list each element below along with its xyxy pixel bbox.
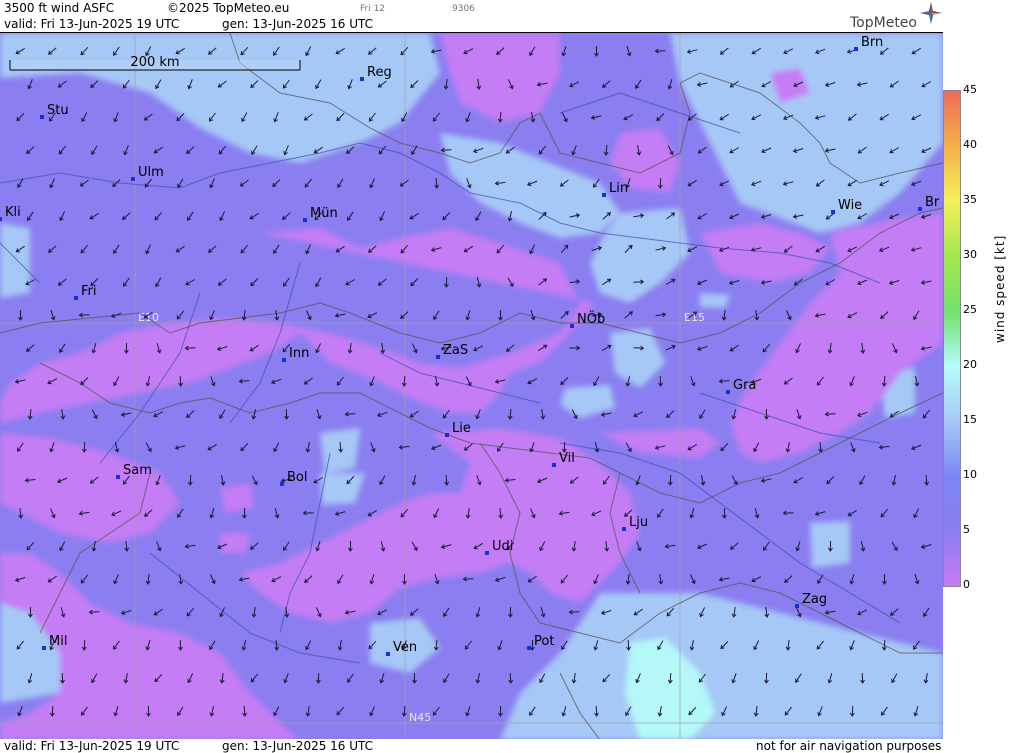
- legend-tick-label: 45: [963, 83, 977, 96]
- legend-tick-label: 35: [963, 193, 977, 206]
- city-label: Ven: [393, 640, 417, 655]
- wind-area-10-15: [700, 293, 730, 308]
- city-dot: [360, 77, 364, 81]
- city-label: Br: [925, 195, 940, 210]
- city-dot: [527, 646, 531, 650]
- city-label: Lin: [609, 181, 628, 196]
- city-label: Stu: [47, 103, 69, 118]
- city-dot: [622, 527, 626, 531]
- product-title: 3500 ft wind ASFC: [4, 1, 115, 15]
- city-label: Lie: [452, 421, 471, 436]
- grid-label-n45: N45: [409, 711, 431, 724]
- city-label: Mün: [310, 206, 338, 221]
- city-label: Bol: [287, 470, 307, 485]
- city-dot: [131, 177, 135, 181]
- legend-color-bar: [943, 90, 961, 587]
- city-dot: [831, 210, 835, 214]
- city-dot: [42, 646, 46, 650]
- city-dot: [40, 115, 44, 119]
- city-label: Sam: [123, 463, 152, 478]
- compass-star-icon: [920, 2, 942, 24]
- wind-area-0-5: [220, 533, 250, 553]
- day-code: Fri 12: [360, 4, 386, 14]
- legend-title: wind speed [kt]: [993, 234, 1007, 343]
- city-label: Reg: [367, 65, 392, 80]
- city-dot: [602, 193, 606, 197]
- city-dot: [570, 324, 574, 328]
- city-label: Gra: [733, 378, 756, 393]
- legend-tick-label: 25: [963, 303, 977, 316]
- wind-map[interactable]: E10 E15 N45 200 km Reg Brn Stu Ulm Lin K…: [0, 33, 943, 740]
- city-label: Lju: [629, 515, 648, 530]
- city-dot: [74, 296, 78, 300]
- city-label: NÖb: [577, 310, 605, 327]
- city-dot: [280, 482, 284, 486]
- disclaimer: not for air navigation purposes: [756, 739, 942, 753]
- city-label: Zag: [802, 592, 827, 607]
- city-label: Udi: [492, 539, 513, 554]
- copyright: ©2025 TopMeteo.eu: [167, 1, 290, 15]
- legend-tick-label: 5: [963, 523, 970, 536]
- city-dot: [116, 475, 120, 479]
- city-label: ZaS: [443, 343, 468, 358]
- legend-tick-label: 40: [963, 138, 977, 151]
- map-footer: valid: Fri 13-Jun-2025 19 UTC gen: 13-Ju…: [0, 739, 943, 753]
- city-dot: [854, 47, 858, 51]
- legend-tick-label: 20: [963, 358, 977, 371]
- footer-valid-time: valid: Fri 13-Jun-2025 19 UTC: [4, 739, 180, 753]
- legend-tick-label: 10: [963, 468, 977, 481]
- city-label: Pot: [534, 634, 554, 649]
- city-dot: [303, 218, 307, 222]
- legend-tick-label: 15: [963, 413, 977, 426]
- scale-bar-label: 200 km: [130, 55, 179, 70]
- city-dot: [386, 652, 390, 656]
- city-label: Inn: [289, 346, 309, 361]
- city-dot: [0, 217, 2, 221]
- wind-speed-legend: 45 40 35 30 25 20 15 10 5 0 wind speed [kt]: [943, 33, 1034, 740]
- code-number: 9306: [452, 4, 475, 14]
- map-header: 3500 ft wind ASFC ©2025 TopMeteo.eu Fri …: [0, 0, 943, 33]
- legend-tick-label: 0: [963, 578, 970, 591]
- city-dot: [552, 463, 556, 467]
- city-label: Wie: [838, 198, 862, 213]
- city-dot: [485, 551, 489, 555]
- city-dot: [282, 358, 286, 362]
- city-dot: [436, 355, 440, 359]
- city-dot: [445, 433, 449, 437]
- wind-area-10-15: [0, 223, 30, 298]
- city-label: Kli: [5, 205, 21, 220]
- logo-text: TopMeteo: [850, 15, 917, 31]
- valid-time: valid: Fri 13-Jun-2025 19 UTC: [4, 17, 180, 31]
- city-label: Vil: [559, 451, 575, 466]
- generated-time: gen: 13-Jun-2025 16 UTC: [222, 17, 374, 31]
- legend-tick-label: 30: [963, 248, 977, 261]
- city-label: Ulm: [138, 165, 164, 180]
- city-label: Mil: [49, 634, 67, 649]
- city-label: Fri: [81, 284, 97, 299]
- grid-label-e10: E10: [138, 311, 159, 324]
- wind-area-0-5: [220, 483, 255, 513]
- city-dot: [726, 390, 730, 394]
- footer-generated-time: gen: 13-Jun-2025 16 UTC: [222, 739, 374, 753]
- city-dot: [795, 604, 799, 608]
- city-label: Brn: [861, 35, 883, 50]
- city-dot: [918, 207, 922, 211]
